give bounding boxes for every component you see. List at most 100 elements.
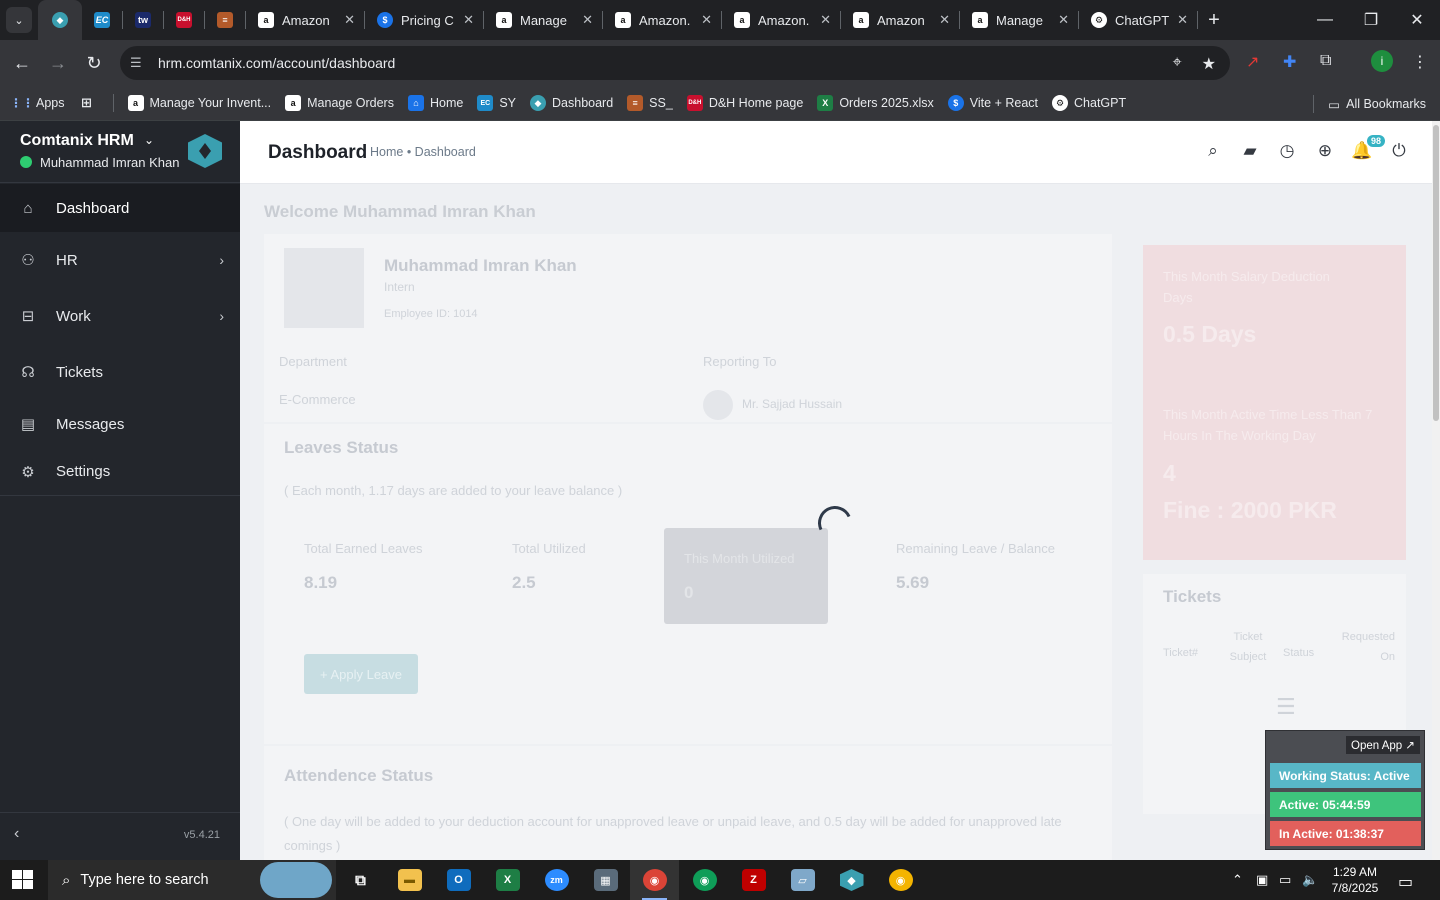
back-button[interactable]: ← <box>4 53 40 74</box>
current-user-name: Muhammad Imran Khan <box>40 155 180 170</box>
sidebar-item-settings[interactable]: ⚙ Settings <box>0 448 240 496</box>
bookmark-item[interactable]: a Manage Orders <box>285 95 394 111</box>
pdf-extension-icon[interactable]: ↗ <box>1246 52 1259 72</box>
breadcrumb[interactable]: Home • Dashboard <box>370 145 476 159</box>
working-status: Working Status: Active <box>1270 763 1421 788</box>
pinned-tab-hrm[interactable]: ◆ <box>38 0 82 40</box>
taskbar-search[interactable]: ⌕ Type here to search <box>48 860 336 900</box>
close-icon[interactable]: ✕ <box>344 12 355 28</box>
bookmark-item[interactable]: ≡ SS_ <box>627 95 673 111</box>
pinned-tab-tw[interactable]: tw <box>123 0 163 40</box>
browser-tab[interactable]: a Manage ✕ <box>484 0 603 40</box>
scrollbar-thumb[interactable] <box>1433 125 1439 421</box>
bookmark-grid[interactable]: ⊞ <box>79 95 101 111</box>
tab-search-button[interactable]: ⌄ <box>6 7 32 33</box>
taskbar-chrome[interactable]: ◉ <box>630 860 679 900</box>
new-tab-button[interactable]: + <box>1198 9 1230 32</box>
windows-start-icon[interactable] <box>12 870 34 890</box>
bookmark-apps[interactable]: ⋮⋮ Apps <box>10 95 65 111</box>
pinned-tab-ec[interactable]: EC <box>82 0 122 40</box>
bookmark-item[interactable]: X Orders 2025.xlsx <box>817 95 934 111</box>
notes-icon[interactable]: ▰ <box>1239 141 1261 161</box>
forward-button[interactable]: → <box>40 53 76 74</box>
browser-tab[interactable]: ⚙ ChatGPT ✕ <box>1079 0 1198 40</box>
reload-button[interactable]: ↻ <box>76 53 112 74</box>
taskbar-zoom[interactable]: zm <box>532 860 581 900</box>
power-icon[interactable]: ⏻ <box>1388 141 1410 161</box>
browser-tab[interactable]: a Amazon. ✕ <box>722 0 841 40</box>
leave-tile-label: Remaining Leave / Balance <box>896 541 1055 556</box>
all-bookmarks-button[interactable]: ▭ All Bookmarks <box>1313 95 1426 113</box>
star-icon[interactable]: ★ <box>1202 54 1216 74</box>
taskbar-chrome-2[interactable]: ◉ <box>876 860 925 900</box>
all-bookmarks-label: All Bookmarks <box>1346 97 1426 111</box>
pinned-tab-ss[interactable]: ≡ <box>205 0 245 40</box>
puzzle-icon[interactable]: ⧉ <box>1320 52 1331 70</box>
pinned-tab-dh[interactable]: D&H <box>164 0 204 40</box>
clock-icon[interactable]: ◷ <box>1276 141 1298 161</box>
browser-tab[interactable]: a Amazon ✕ <box>841 0 960 40</box>
close-icon[interactable]: ✕ <box>1058 12 1069 28</box>
sidebar-item-tickets[interactable]: ☊ Tickets <box>0 344 240 400</box>
task-view-button[interactable]: ⧉ <box>336 860 385 900</box>
address-bar[interactable]: ☰ hrm.comtanix.com/account/dashboard ⌖ ★ <box>120 46 1230 80</box>
bookmarks-bar: ⋮⋮ Apps ⊞ a Manage Your Invent... a Manage … <box>0 86 1440 121</box>
tab-title: ChatGPT <box>1115 12 1170 28</box>
search-icon[interactable]: ⌕ <box>1202 141 1224 161</box>
bookmark-item[interactable]: ◆ Dashboard <box>530 95 613 111</box>
extension-icon[interactable]: ✚ <box>1283 52 1296 72</box>
taskbar-calculator[interactable]: ▦ <box>581 860 630 900</box>
taskbar-chrome-profile[interactable]: ◉ <box>680 860 729 900</box>
chevron-down-icon[interactable]: ⌄ <box>144 133 154 147</box>
network-icon[interactable]: ▭ <box>1279 872 1291 888</box>
close-icon[interactable]: ✕ <box>939 12 950 28</box>
location-icon[interactable]: ⌖ <box>1173 54 1182 74</box>
add-circle-icon[interactable]: ⊕ <box>1314 141 1336 161</box>
site-info-icon[interactable]: ☰ <box>130 55 146 71</box>
sidebar-item-hr[interactable]: ⚇ HR › <box>0 232 240 288</box>
close-icon[interactable]: ✕ <box>463 12 474 28</box>
close-icon[interactable]: ✕ <box>582 12 593 28</box>
browser-tab[interactable]: a Amazon ✕ <box>246 0 365 40</box>
url-text[interactable]: hrm.comtanix.com/account/dashboard <box>158 55 395 71</box>
taskbar-filezilla[interactable]: Z <box>729 860 778 900</box>
more-icon[interactable]: ⋮ <box>1412 52 1428 72</box>
bookmark-item[interactable]: EC SY <box>477 95 516 111</box>
notification-count-badge: 98 <box>1367 135 1386 147</box>
leave-tile-value: 0 <box>684 583 694 602</box>
sidebar-item-work[interactable]: ⊟ Work › <box>0 288 240 344</box>
browser-tab[interactable]: $ Pricing C ✕ <box>365 0 484 40</box>
close-icon[interactable]: ✕ <box>820 12 831 28</box>
bookmark-item[interactable]: $ Vite + React <box>947 95 1038 111</box>
bookmark-item[interactable]: ⌂ Home <box>407 95 463 111</box>
close-window-button[interactable]: ✕ <box>1394 0 1440 40</box>
page-scrollbar[interactable] <box>1432 121 1440 860</box>
bookmark-item[interactable]: a Manage Your Invent... <box>127 95 271 111</box>
collapse-sidebar-icon[interactable]: ‹ <box>14 825 19 843</box>
tab-title: Amazon <box>877 12 925 28</box>
notification-center-icon[interactable]: ▭ <box>1398 872 1413 892</box>
chevron-up-icon[interactable]: ⌃ <box>1232 872 1243 888</box>
system-clock[interactable]: 1:29 AM 7/8/2025 <box>1316 864 1394 896</box>
restore-button[interactable]: ❐ <box>1348 0 1394 40</box>
close-icon[interactable]: ✕ <box>701 12 712 28</box>
profile-avatar[interactable]: i <box>1371 50 1393 72</box>
bookmark-item[interactable]: D&H D&H Home page <box>686 95 803 111</box>
sidebar-item-dashboard[interactable]: ⌂ Dashboard <box>0 184 240 232</box>
taskbar-excel[interactable]: X <box>483 860 532 900</box>
minimize-button[interactable]: — <box>1302 0 1348 40</box>
browser-tab[interactable]: a Amazon. ✕ <box>603 0 722 40</box>
ss-icon: ≡ <box>627 95 644 111</box>
open-app-button[interactable]: Open App ↗ <box>1346 736 1420 754</box>
apply-leave-button[interactable]: + Apply Leave <box>304 654 418 694</box>
bookmark-item[interactable]: ⚙ ChatGPT <box>1052 95 1126 111</box>
taskbar-hrm-app[interactable]: ◆ <box>827 860 876 900</box>
brand-name[interactable]: Comtanix HRM <box>20 132 134 150</box>
close-icon[interactable]: ✕ <box>1177 12 1188 28</box>
taskbar-outlook[interactable]: O <box>434 860 483 900</box>
meet-now-icon[interactable]: ▣ <box>1256 872 1268 888</box>
taskbar-app[interactable]: ▱ <box>778 860 827 900</box>
sidebar-item-messages[interactable]: ▤ Messages <box>0 400 240 448</box>
taskbar-file-explorer[interactable]: ▬ <box>385 860 434 900</box>
browser-tab[interactable]: a Manage ✕ <box>960 0 1079 40</box>
